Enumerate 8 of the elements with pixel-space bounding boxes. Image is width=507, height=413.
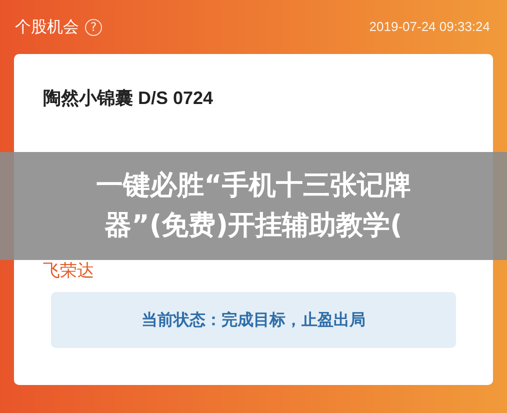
- status-text: 当前状态：完成目标，止盈出局: [142, 309, 366, 331]
- timestamp: 2019-07-24 09:33:24: [369, 18, 490, 36]
- stock-name: 飞荣达: [43, 260, 94, 282]
- banner-title-line: 器”(免费)开挂辅助教学(: [104, 209, 402, 243]
- section-title: 个股机会: [15, 16, 79, 38]
- card-title: 陶然小锦囊 D/S 0724: [43, 87, 214, 110]
- banner-title-line: 一键必胜“手机十三张记牌: [96, 169, 411, 203]
- help-icon[interactable]: ?: [85, 18, 102, 36]
